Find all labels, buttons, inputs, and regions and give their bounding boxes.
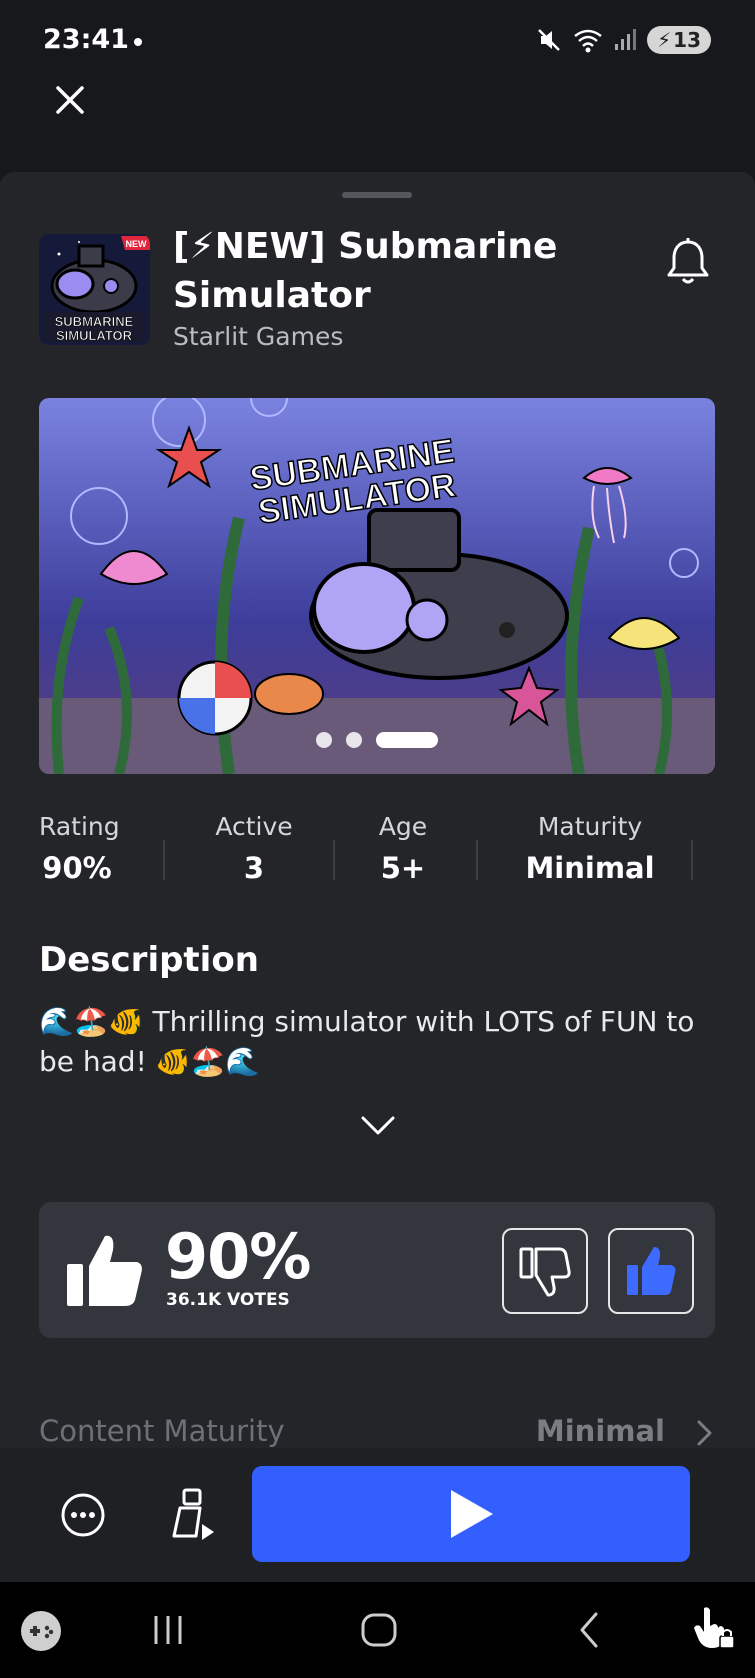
close-icon[interactable] xyxy=(50,80,90,120)
game-icon: NEW SUBMARINE SIMULATOR xyxy=(39,234,150,345)
thumbs-down-icon xyxy=(519,1247,571,1297)
icon-new-badge: NEW xyxy=(126,239,148,249)
signal-icon xyxy=(615,29,637,50)
vote-percentage: 90% xyxy=(165,1220,311,1293)
back-icon[interactable] xyxy=(576,1610,602,1650)
wifi-icon xyxy=(574,29,602,53)
downvote-button[interactable] xyxy=(502,1228,588,1314)
stat-value: Minimal xyxy=(525,851,655,885)
chevron-down-icon[interactable] xyxy=(360,1114,396,1138)
vote-panel: 90% 36.1K VOTES xyxy=(39,1202,715,1338)
thumbs-up-icon xyxy=(67,1235,142,1306)
stat-active: Active 3 xyxy=(199,812,309,885)
drag-handle[interactable] xyxy=(342,192,412,198)
stat-value: 90% xyxy=(42,851,112,885)
play-icon xyxy=(451,1490,493,1538)
stat-label: Active xyxy=(215,812,293,841)
game-title: [⚡NEW] Submarine Simulator xyxy=(173,226,558,316)
description-heading: Description xyxy=(39,940,259,980)
status-bar: 23:41 ⚡ 13 xyxy=(0,0,755,80)
stat-value: 3 xyxy=(243,851,265,885)
stat-age: Age 5+ xyxy=(361,812,445,885)
icon-text-line2: SIMULATOR xyxy=(56,328,133,343)
carousel-image: SUBMARINE SIMULATOR xyxy=(39,398,715,774)
avatar-play-icon[interactable] xyxy=(170,1488,216,1540)
system-nav-bar xyxy=(0,1582,755,1678)
stat-divider xyxy=(333,840,335,880)
stat-label: Age xyxy=(378,812,428,841)
stat-divider xyxy=(163,840,165,880)
description-text: 🌊🏖️🐠 Thrilling simulator with LOTS of FU… xyxy=(39,1005,695,1078)
status-icons: ⚡ 13 xyxy=(535,26,711,54)
carousel-dot[interactable] xyxy=(316,732,332,748)
icon-text-line1: SUBMARINE xyxy=(55,314,134,329)
carousel-dot[interactable] xyxy=(346,732,362,748)
mute-icon xyxy=(538,29,560,51)
stat-divider xyxy=(476,840,478,880)
stat-maturity: Maturity Minimal xyxy=(515,812,665,885)
bell-icon[interactable] xyxy=(664,236,712,288)
notification-dot xyxy=(134,38,142,46)
action-bar xyxy=(0,1448,755,1582)
carousel-pager xyxy=(39,732,715,748)
upvote-button[interactable] xyxy=(608,1228,694,1314)
vote-count: 36.1K VOTES xyxy=(166,1290,290,1310)
battery-indicator: ⚡ 13 xyxy=(647,26,711,54)
content-maturity-label: Content Maturity xyxy=(39,1414,285,1448)
touch-lock-icon[interactable] xyxy=(692,1604,736,1652)
game-details-sheet: NEW SUBMARINE SIMULATOR [⚡NEW] Submarine… xyxy=(0,172,755,1582)
stat-value: 5+ xyxy=(380,851,426,885)
stat-label: Maturity xyxy=(537,812,643,841)
thumbs-up-filled-icon xyxy=(627,1247,676,1295)
recent-apps-icon[interactable] xyxy=(152,1610,184,1650)
stat-label: Rating xyxy=(39,812,120,841)
content-maturity-value: Minimal xyxy=(535,1414,665,1448)
stat-rating: Rating 90% xyxy=(39,812,120,885)
chevron-right-icon xyxy=(697,1420,712,1446)
charging-icon: ⚡ xyxy=(657,28,672,52)
developer-name[interactable]: Starlit Games xyxy=(173,322,343,351)
game-controller-icon[interactable] xyxy=(20,1610,62,1652)
battery-level: 13 xyxy=(673,28,701,52)
status-time: 23:41 xyxy=(43,24,129,55)
screenshot-carousel[interactable]: SUBMARINE SIMULATOR xyxy=(39,398,715,774)
home-icon[interactable] xyxy=(360,1610,398,1650)
more-options-icon[interactable] xyxy=(60,1492,106,1538)
play-button[interactable] xyxy=(252,1466,690,1562)
stats-row: Rating 90% Active 3 Age 5+ Maturity Mini… xyxy=(39,812,715,902)
carousel-dot-active[interactable] xyxy=(376,732,438,748)
stat-divider xyxy=(691,840,693,880)
